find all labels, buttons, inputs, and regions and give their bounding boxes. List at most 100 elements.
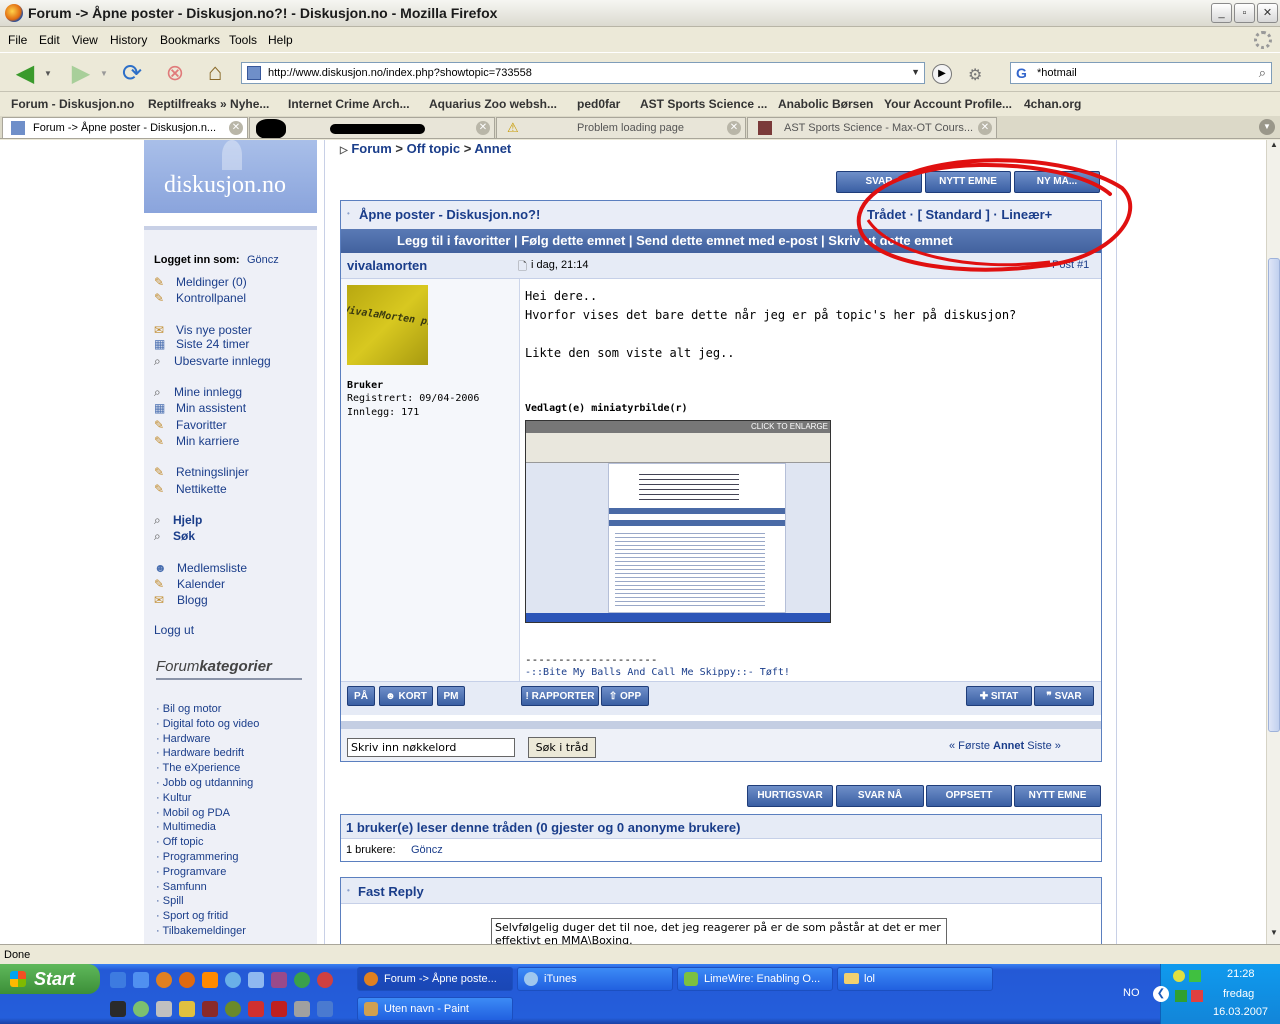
sidebar-link-messages[interactable]: Meldinger (0)	[176, 275, 247, 289]
quicklaunch-icon[interactable]	[179, 1001, 195, 1017]
quicklaunch-icon[interactable]	[225, 972, 241, 988]
url-bar[interactable]: http://www.diskusjon.no/index.php?showto…	[241, 62, 925, 84]
tab-ast[interactable]: AST Sports Science - Max-OT Cours... ✕	[747, 117, 997, 138]
attachment-thumbnail[interactable]: CLICK TO ENLARGE	[525, 420, 831, 623]
bookmark-item[interactable]: ped0far	[577, 97, 620, 111]
quicklaunch-icon[interactable]	[133, 972, 149, 988]
category-item[interactable]: · Hardware	[156, 732, 259, 747]
tray-icon[interactable]	[1191, 990, 1203, 1002]
report-button[interactable]: ! RAPPORTER	[521, 686, 599, 706]
sidebar-link-assistant[interactable]: Min assistent	[176, 401, 246, 415]
close-tab-icon[interactable]: ✕	[476, 121, 490, 135]
sidebar-link-netiquette[interactable]: Nettikette	[176, 482, 227, 496]
sidebar-link-members[interactable]: Medlemsliste	[177, 561, 247, 575]
task-itunes[interactable]: iTunes	[517, 967, 673, 991]
bookmark-item[interactable]: 4chan.org	[1024, 97, 1081, 111]
sidebar-link-favorites[interactable]: Favoritter	[176, 418, 227, 432]
category-item[interactable]: · Sport og fritid	[156, 909, 259, 924]
close-tab-icon[interactable]: ✕	[978, 121, 992, 135]
sidebar-link-career[interactable]: Min karriere	[176, 434, 239, 448]
quicklaunch-icon[interactable]	[294, 1001, 310, 1017]
thread-search-button[interactable]: Søk i tråd	[528, 737, 596, 758]
sidebar-link-search[interactable]: Søk	[173, 529, 195, 543]
profile-card-button[interactable]: ☻ KORT	[379, 686, 433, 706]
sidebar-link-unanswered[interactable]: Ubesvarte innlegg	[174, 354, 271, 368]
quicklaunch-icon[interactable]	[271, 972, 287, 988]
sidebar-link-blog[interactable]: Blogg	[177, 593, 208, 607]
post-author[interactable]: vivalamorten	[347, 258, 427, 273]
menu-view[interactable]: View	[72, 33, 98, 47]
back-dropdown-icon[interactable]: ▼	[44, 69, 52, 78]
tab-forum[interactable]: Forum -> Åpne poster - Diskusjon.n... ✕	[2, 117, 248, 138]
bookmark-item[interactable]: AST Sports Science ...	[640, 97, 767, 111]
close-tab-icon[interactable]: ✕	[229, 121, 243, 135]
bookmark-item[interactable]: Aquarius Zoo websh...	[429, 97, 557, 111]
category-item[interactable]: · Programmering	[156, 850, 259, 865]
bookmark-item[interactable]: Internet Crime Arch...	[288, 97, 410, 111]
tray-icon[interactable]	[1173, 970, 1185, 982]
sidebar-link-my-posts[interactable]: Mine innlegg	[174, 385, 242, 399]
reply-now-button[interactable]: SVAR NÅ	[836, 785, 924, 807]
site-logo[interactable]: diskusjon.no	[144, 140, 317, 213]
quicklaunch-icon[interactable]	[317, 1001, 333, 1017]
quick-reply-button[interactable]: HURTIGSVAR	[747, 785, 833, 807]
pm-button[interactable]: PM	[437, 686, 465, 706]
sidebar-link-help[interactable]: Hjelp	[173, 513, 202, 527]
post-avatar[interactable]: VivalaMorten professional	[347, 285, 428, 365]
task-folder-lol[interactable]: lol	[837, 967, 993, 991]
quicklaunch-icon[interactable]	[248, 1001, 264, 1017]
tab-problem-loading[interactable]: ⚠ Problem loading page ✕	[496, 117, 746, 138]
reply-post-button[interactable]: ❞ SVAR	[1034, 686, 1094, 706]
category-item[interactable]: · Multimedia	[156, 820, 259, 835]
quicklaunch-icon[interactable]	[156, 1001, 172, 1017]
task-limewire[interactable]: LimeWire: Enabling O...	[677, 967, 833, 991]
new-topic-button-bottom[interactable]: NYTT EMNE	[1014, 785, 1101, 807]
quicklaunch-icon[interactable]	[110, 1001, 126, 1017]
close-window-button[interactable]: ✕	[1257, 3, 1278, 23]
online-status-button[interactable]: PÅ	[347, 686, 375, 706]
quicklaunch-icon[interactable]	[294, 972, 310, 988]
sidebar-link-control-panel[interactable]: Kontrollpanel	[176, 291, 246, 305]
category-item[interactable]: · The eXperience	[156, 761, 259, 776]
menu-file[interactable]: File	[8, 33, 27, 47]
quicklaunch-icon[interactable]	[179, 972, 195, 988]
scroll-thumb[interactable]	[1268, 258, 1280, 732]
active-reader-user[interactable]: Göncz	[411, 844, 443, 856]
category-item[interactable]: · Digital foto og video	[156, 717, 259, 732]
task-firefox[interactable]: Forum -> Åpne poste...	[357, 967, 513, 991]
menu-tools[interactable]: Tools	[229, 33, 257, 47]
tray-icon[interactable]	[1189, 970, 1201, 982]
settings-button[interactable]: OPPSETT	[926, 785, 1012, 807]
reload-icon[interactable]: ⟳	[117, 58, 147, 88]
minimize-button[interactable]: _	[1211, 3, 1232, 23]
tray-expand-icon[interactable]: ❮	[1153, 986, 1169, 1002]
tab-censored[interactable]: ✕	[249, 117, 495, 138]
close-tab-icon[interactable]: ✕	[727, 121, 741, 135]
category-item[interactable]: · Off topic	[156, 835, 259, 850]
menu-edit[interactable]: Edit	[39, 33, 60, 47]
sidebar-link-calendar[interactable]: Kalender	[177, 577, 225, 591]
search-input[interactable]: *hotmail	[1037, 67, 1077, 79]
category-item[interactable]: · Mobil og PDA	[156, 806, 259, 821]
forward-arrow-icon[interactable]: ▶	[66, 58, 96, 88]
search-bar[interactable]: G *hotmail ⌕	[1010, 62, 1272, 84]
fast-reply-textarea[interactable]: Selvfølgelig duger det til noe, det jeg …	[491, 918, 947, 944]
quicklaunch-ie-icon[interactable]	[110, 972, 126, 988]
category-item[interactable]: · Bil og motor	[156, 702, 259, 717]
category-item[interactable]: · Jobb og utdanning	[156, 776, 259, 791]
bookmark-item[interactable]: Forum - Diskusjon.no	[11, 97, 134, 111]
category-item[interactable]: · Tilbakemeldinger	[156, 924, 259, 939]
bookmark-item[interactable]: Reptilfreaks » Nyhe...	[148, 97, 269, 111]
menu-history[interactable]: History	[110, 33, 147, 47]
logged-in-user[interactable]: Göncz	[247, 254, 279, 266]
quicklaunch-icon[interactable]	[317, 972, 333, 988]
menu-help[interactable]: Help	[268, 33, 293, 47]
task-paint[interactable]: Uten navn - Paint	[357, 997, 513, 1021]
bookmark-item[interactable]: Your Account Profile...	[884, 97, 1012, 111]
scroll-down-icon[interactable]: ▼	[1268, 928, 1280, 942]
home-icon[interactable]: ⌂	[200, 58, 230, 88]
back-arrow-icon[interactable]: ◀	[10, 58, 40, 88]
quicklaunch-firefox-icon[interactable]	[156, 972, 172, 988]
up-button[interactable]: ⇧ OPP	[601, 686, 649, 706]
quicklaunch-icon[interactable]	[133, 1001, 149, 1017]
